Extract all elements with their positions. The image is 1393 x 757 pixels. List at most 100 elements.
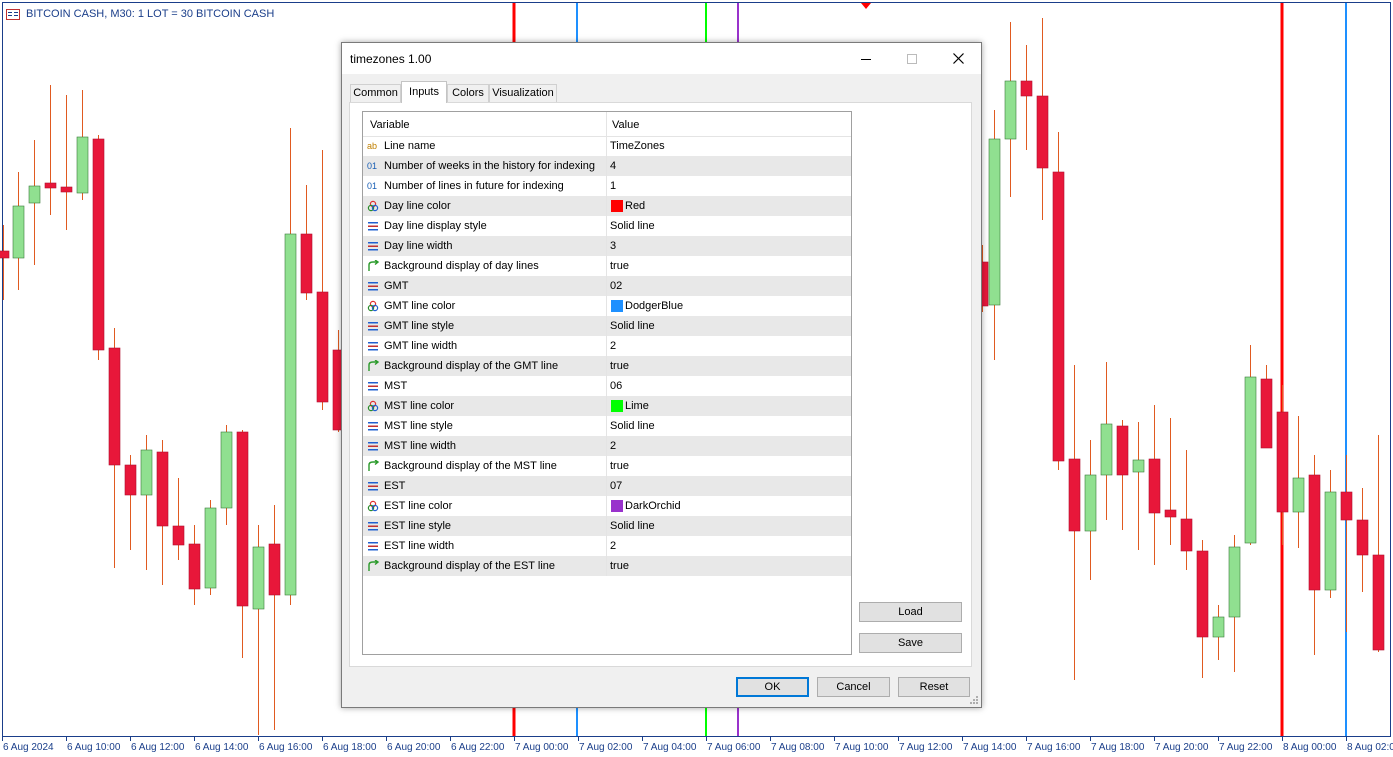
param-row[interactable]: MST line color Lime <box>363 396 851 416</box>
integer-type-icon: 01 <box>367 161 378 171</box>
param-value[interactable]: 1 <box>610 180 616 192</box>
enum-type-icon <box>367 240 380 252</box>
x-tick-label: 6 Aug 22:00 <box>451 742 505 753</box>
x-tick-label: 6 Aug 10:00 <box>67 742 121 753</box>
param-value[interactable]: true <box>610 360 629 372</box>
tab-colors[interactable]: Colors <box>447 84 489 102</box>
x-tick-label: 7 Aug 08:00 <box>771 742 825 753</box>
resize-grip-icon[interactable] <box>969 695 979 705</box>
x-tick-label: 6 Aug 20:00 <box>387 742 441 753</box>
param-row[interactable]: EST line width 2 <box>363 536 851 556</box>
param-row[interactable]: Background display of day lines true <box>363 256 851 276</box>
param-value[interactable]: DarkOrchid <box>625 500 681 512</box>
x-tick-label: 6 Aug 2024 <box>3 742 54 753</box>
enum-type-icon <box>367 220 380 232</box>
param-value[interactable]: 2 <box>610 540 616 552</box>
param-name: EST line color <box>384 500 453 512</box>
param-row[interactable]: Day line color Red <box>363 196 851 216</box>
param-value[interactable]: Red <box>625 200 645 212</box>
param-value[interactable]: 4 <box>610 160 616 172</box>
param-row[interactable]: Background display of the EST line true <box>363 556 851 576</box>
candle <box>220 431 233 509</box>
param-row[interactable]: EST line color DarkOrchid <box>363 496 851 516</box>
dialog-titlebar[interactable]: timezones 1.00 <box>342 43 981 74</box>
param-value[interactable]: Solid line <box>610 220 655 232</box>
tab-common[interactable]: Common <box>350 84 401 102</box>
candle <box>1020 80 1033 97</box>
enum-type-icon <box>367 320 380 332</box>
param-value[interactable]: 2 <box>610 340 616 352</box>
column-variable-header[interactable]: Variable <box>370 119 410 131</box>
param-value[interactable]: true <box>610 260 629 272</box>
x-tick-label: 7 Aug 22:00 <box>1219 742 1273 753</box>
candle <box>1100 423 1113 476</box>
candle <box>28 185 41 204</box>
x-tick-label: 7 Aug 20:00 <box>1155 742 1209 753</box>
x-tick-label: 7 Aug 04:00 <box>643 742 697 753</box>
minimize-button[interactable] <box>843 43 889 74</box>
candle <box>988 138 1001 306</box>
param-row[interactable]: GMT 02 <box>363 276 851 296</box>
bool-type-icon <box>367 359 380 372</box>
minimize-icon <box>861 58 871 60</box>
candle <box>300 233 313 294</box>
param-value[interactable]: 2 <box>610 440 616 452</box>
candle <box>1196 550 1209 638</box>
enum-type-icon <box>367 420 380 432</box>
param-name: Line name <box>384 140 436 152</box>
x-tick-label: 8 Aug 00:00 <box>1283 742 1337 753</box>
param-value[interactable]: 07 <box>610 480 622 492</box>
tab-visualization[interactable]: Visualization <box>489 84 557 102</box>
param-value[interactable]: TimeZones <box>610 140 665 152</box>
cancel-button[interactable]: Cancel <box>817 677 890 697</box>
candle <box>1356 519 1369 556</box>
param-name: Day line display style <box>384 220 487 232</box>
save-button[interactable]: Save <box>859 633 962 653</box>
color-type-icon <box>367 300 380 312</box>
load-button[interactable]: Load <box>859 602 962 622</box>
param-value[interactable]: 06 <box>610 380 622 392</box>
param-value[interactable]: true <box>610 560 629 572</box>
param-value[interactable]: true <box>610 460 629 472</box>
param-name: Number of lines in future for indexing <box>384 180 564 192</box>
param-row[interactable]: GMT line width 2 <box>363 336 851 356</box>
param-row[interactable]: EST 07 <box>363 476 851 496</box>
param-row[interactable]: GMT line style Solid line <box>363 316 851 336</box>
param-value[interactable]: DodgerBlue <box>625 300 683 312</box>
param-row[interactable]: Background display of the GMT line true <box>363 356 851 376</box>
tab-inputs[interactable]: Inputs <box>401 81 447 103</box>
enum-type-icon <box>367 340 380 352</box>
candle <box>1324 491 1337 591</box>
param-value[interactable]: Solid line <box>610 320 655 332</box>
dialog-title: timezones 1.00 <box>350 52 432 66</box>
param-row[interactable]: Background display of the MST line true <box>363 456 851 476</box>
param-row[interactable]: MST line width 2 <box>363 436 851 456</box>
param-row[interactable]: ab Line name TimeZones <box>363 136 851 156</box>
x-tick-label: 6 Aug 18:00 <box>323 742 377 753</box>
reset-button[interactable]: Reset <box>898 677 970 697</box>
candle <box>1052 171 1065 462</box>
color-swatch <box>611 300 623 312</box>
param-row[interactable]: Day line width 3 <box>363 236 851 256</box>
param-value[interactable]: Solid line <box>610 420 655 432</box>
close-button[interactable] <box>935 43 981 74</box>
param-row[interactable]: EST line style Solid line <box>363 516 851 536</box>
candle <box>1372 554 1385 651</box>
param-row[interactable]: GMT line color DodgerBlue <box>363 296 851 316</box>
enum-type-icon <box>367 280 380 292</box>
param-name: EST line style <box>384 520 452 532</box>
param-row[interactable]: MST line style Solid line <box>363 416 851 436</box>
param-value[interactable]: 3 <box>610 240 616 252</box>
x-tick-label: 7 Aug 16:00 <box>1027 742 1081 753</box>
param-value[interactable]: Lime <box>625 400 649 412</box>
param-value[interactable]: 02 <box>610 280 622 292</box>
param-row[interactable]: 01 Number of lines in future for indexing… <box>363 176 851 196</box>
param-name: Day line color <box>384 200 451 212</box>
ok-button[interactable]: OK <box>736 677 809 697</box>
param-row[interactable]: MST 06 <box>363 376 851 396</box>
param-row[interactable]: 01 Number of weeks in the history for ind… <box>363 156 851 176</box>
x-tick-label: 7 Aug 06:00 <box>707 742 761 753</box>
column-value-header[interactable]: Value <box>612 119 639 131</box>
param-value[interactable]: Solid line <box>610 520 655 532</box>
param-row[interactable]: Day line display style Solid line <box>363 216 851 236</box>
